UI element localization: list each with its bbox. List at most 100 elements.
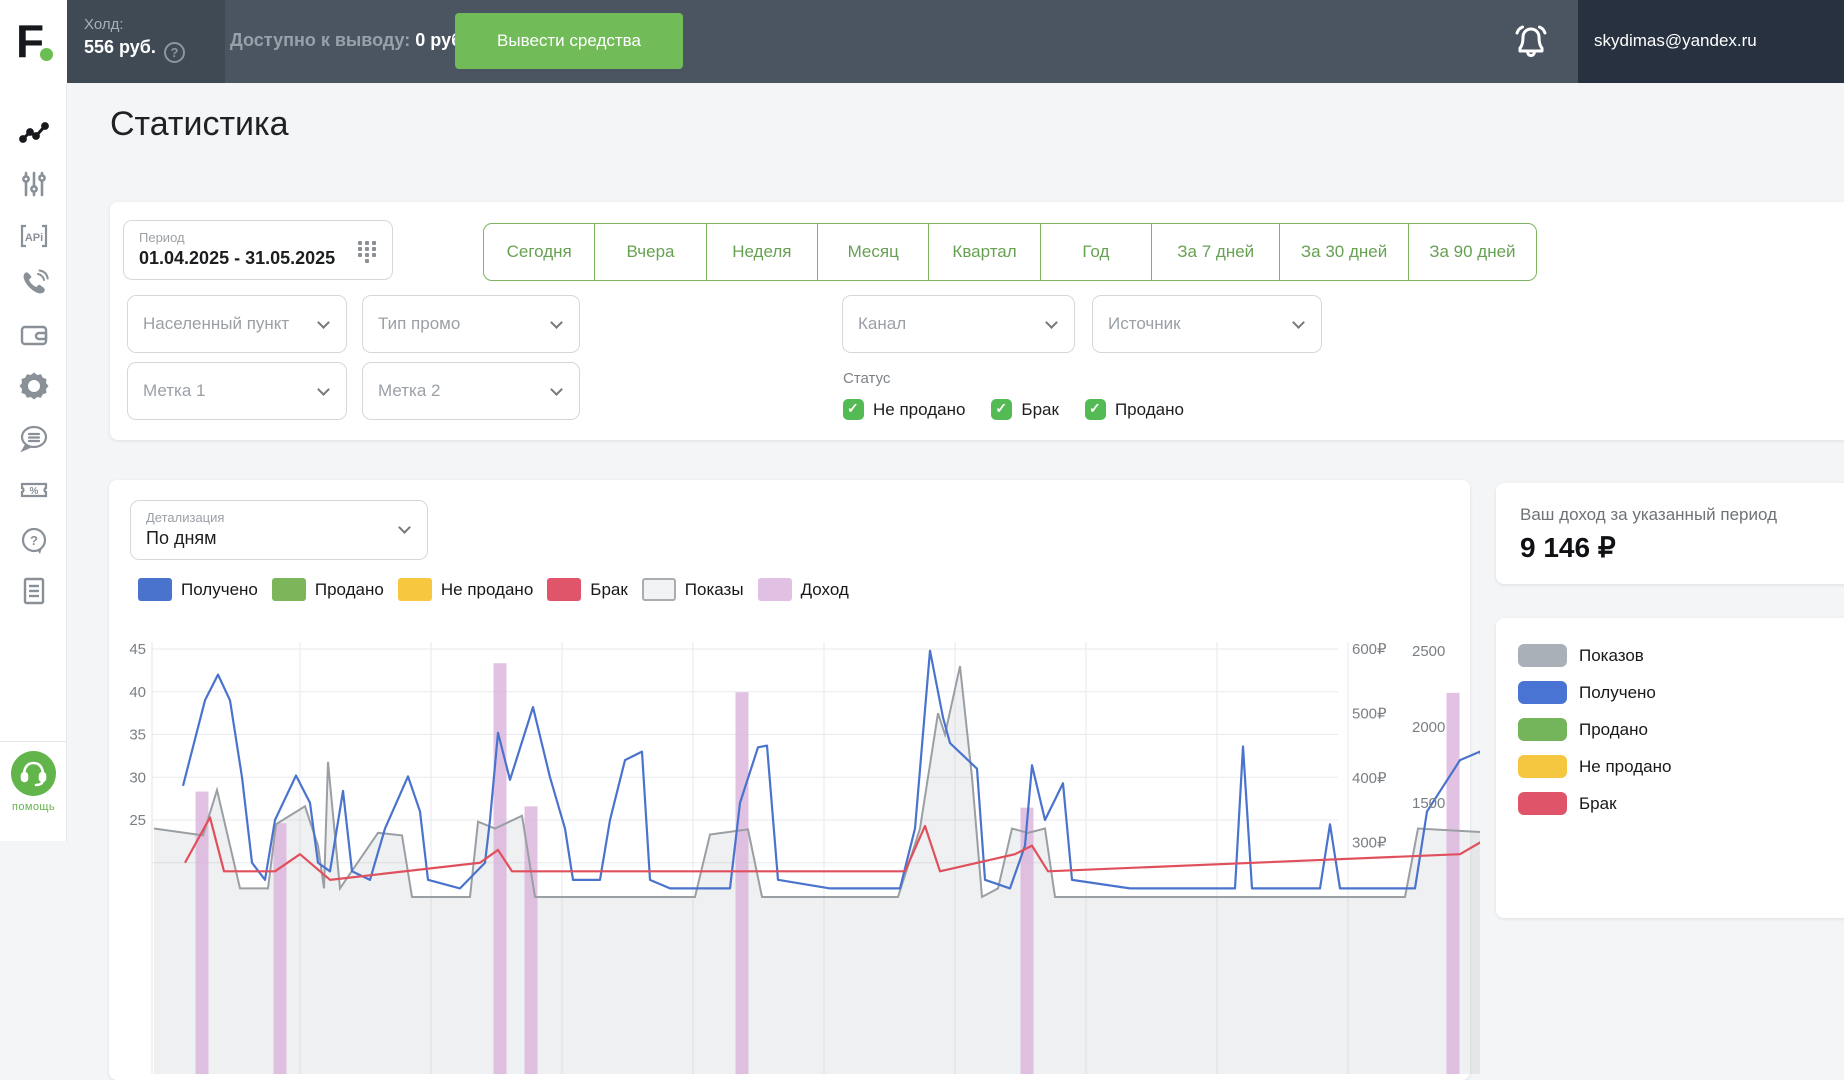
sidebar-item-settings[interactable]: [19, 371, 49, 401]
totals-legend-panel: Показов Получено Продано Не продано Брак: [1496, 618, 1844, 918]
checkbox-checked-icon[interactable]: [991, 399, 1013, 420]
available-label: Доступно к выводу:: [230, 30, 411, 50]
range-button-4[interactable]: Квартал: [929, 224, 1041, 280]
bell-icon[interactable]: [1514, 24, 1548, 60]
status-sold[interactable]: Продано: [1084, 399, 1184, 420]
range-button-1[interactable]: Вчера: [595, 224, 707, 280]
range-button-2[interactable]: Неделя: [707, 224, 819, 280]
status-checkboxes: Не продано Брак Продано: [843, 399, 1184, 420]
range-button-0[interactable]: Сегодня: [484, 224, 596, 280]
range-button-5[interactable]: Год: [1041, 224, 1153, 280]
legend-item-3[interactable]: Брак: [547, 578, 628, 601]
period-value: 01.04.2025 - 31.05.2025: [139, 248, 336, 268]
totals-legend-chip: [1518, 718, 1567, 741]
chevron-down-icon: [550, 383, 563, 396]
legend-item-1[interactable]: Продано: [271, 578, 384, 601]
sidebar-item-filters[interactable]: [19, 169, 49, 199]
dropdown-tag2[interactable]: Метка 2: [362, 362, 580, 420]
legend-label: Брак: [590, 579, 628, 599]
range-button-8[interactable]: За 90 дней: [1409, 224, 1536, 280]
svg-text:2000: 2000: [1412, 719, 1445, 736]
income-panel: Ваш доход за указанный период 9 146 ₽: [1496, 483, 1844, 584]
dropdown-tag1[interactable]: Метка 1: [127, 362, 347, 420]
chat-icon: [20, 425, 48, 453]
range-button-6[interactable]: За 7 дней: [1152, 224, 1281, 280]
detail-value: По дням: [146, 528, 217, 548]
svg-text:400₽: 400₽: [1352, 770, 1387, 787]
api-icon: APi: [20, 224, 48, 248]
totals-legend-label: Брак: [1579, 793, 1617, 813]
totals-legend-label: Продано: [1579, 719, 1648, 739]
svg-text:25: 25: [129, 812, 146, 829]
range-button-7[interactable]: За 30 дней: [1280, 224, 1409, 280]
totals-legend-chip: [1518, 755, 1567, 778]
checkbox-checked-icon[interactable]: [1084, 399, 1106, 420]
calendar-icon[interactable]: [358, 241, 378, 263]
chevron-down-icon: [317, 316, 330, 329]
dropdown-city[interactable]: Населенный пункт: [127, 295, 347, 353]
dropdown-channel[interactable]: Канал: [842, 295, 1075, 353]
sidebar-item-wallet[interactable]: [19, 320, 49, 350]
legend-label: Показы: [684, 579, 744, 599]
dropdown-source-placeholder: Источник: [1108, 314, 1181, 333]
account-block[interactable]: skydimas@yandex.ru: [1578, 0, 1844, 83]
svg-text:APi: APi: [25, 232, 43, 244]
sidebar-item-api[interactable]: APi: [19, 221, 49, 251]
dropdown-source[interactable]: Источник: [1092, 295, 1322, 353]
dropdown-tag1-placeholder: Метка 1: [143, 381, 206, 400]
legend-swatch: [547, 578, 582, 601]
sidebar-item-faq[interactable]: ?: [19, 526, 49, 556]
withdraw-button[interactable]: Вывести средства: [455, 13, 683, 69]
totals-legend-item-4: Брак: [1518, 792, 1844, 815]
chevron-down-icon: [550, 316, 563, 329]
legend-item-5[interactable]: Доход: [757, 578, 849, 601]
sidebar: APi % ? помощь: [0, 83, 67, 841]
totals-legend-label: Получено: [1579, 682, 1656, 702]
legend-label: Доход: [800, 579, 849, 599]
totals-legend-chip: [1518, 644, 1567, 667]
line-chart-icon: [19, 122, 49, 143]
sliders-icon: [22, 171, 46, 197]
top-header: F Холд: 556 руб.? Доступно к выводу: 0 р…: [0, 0, 1844, 83]
sidebar-item-docs[interactable]: [19, 576, 49, 606]
svg-text:30: 30: [129, 769, 146, 786]
detail-label: Детализация: [146, 510, 225, 525]
sidebar-item-statistics[interactable]: [19, 118, 49, 148]
logo[interactable]: F: [0, 0, 67, 83]
sidebar-item-promo[interactable]: %: [19, 475, 49, 505]
sidebar-item-calls[interactable]: [19, 269, 49, 299]
faq-bubble-icon: ?: [21, 527, 47, 554]
hold-value: 556 руб.?: [84, 37, 225, 63]
period-field[interactable]: Период 01.04.2025 - 31.05.2025: [123, 220, 393, 280]
legend-swatch: [138, 578, 172, 601]
help-label: помощь: [12, 801, 55, 813]
status-defect[interactable]: Брак: [991, 399, 1059, 420]
help-question-icon[interactable]: ?: [163, 42, 185, 63]
gear-icon: [19, 372, 49, 400]
svg-text:2500: 2500: [1412, 643, 1445, 660]
status-not-sold[interactable]: Не продано: [843, 399, 965, 420]
sidebar-item-messages[interactable]: [19, 423, 49, 453]
legend-label: Получено: [181, 579, 258, 599]
account-email: skydimas@yandex.ru: [1594, 31, 1757, 50]
document-icon: [23, 577, 45, 605]
range-button-3[interactable]: Месяц: [818, 224, 930, 280]
totals-legend-item-2: Продано: [1518, 718, 1844, 741]
svg-text:%: %: [30, 486, 39, 497]
checkbox-checked-icon[interactable]: [843, 399, 864, 420]
detail-level-select[interactable]: Детализация По дням: [130, 500, 428, 560]
dropdown-promo-type[interactable]: Тип промо: [362, 295, 580, 353]
totals-legend-item-1: Получено: [1518, 681, 1844, 704]
legend-swatch: [641, 578, 676, 601]
help-support-button[interactable]: [11, 751, 56, 796]
totals-legend-label: Показов: [1579, 645, 1644, 665]
legend-label: Не продано: [440, 579, 534, 599]
legend-item-2[interactable]: Не продано: [397, 578, 534, 601]
svg-text:35: 35: [129, 727, 146, 744]
chevron-down-icon: [398, 521, 411, 534]
legend-item-0[interactable]: Получено: [138, 578, 258, 601]
legend-item-4[interactable]: Показы: [641, 578, 744, 601]
statistics-chart[interactable]: 45 40 35 30 25 600₽ 500₽ 400₽ 300₽ 2500 2000 1500: [120, 634, 1502, 1074]
chart-legend: Получено Продано Не продано Брак Показы Доход: [138, 578, 849, 601]
legend-label: Продано: [314, 579, 384, 599]
